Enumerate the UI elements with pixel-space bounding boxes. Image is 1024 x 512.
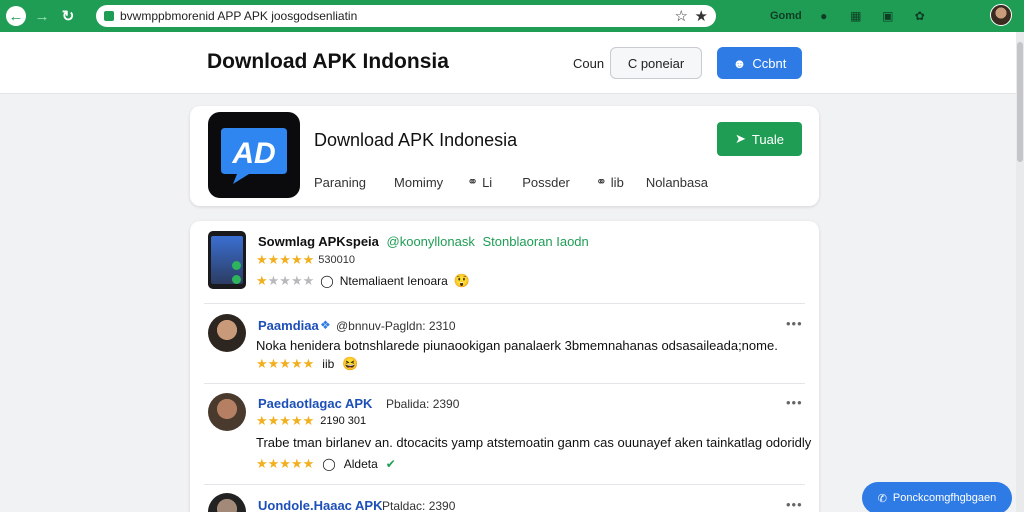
chat-icon: ✆	[877, 492, 887, 505]
favorite-star-icon[interactable]: ★	[695, 7, 708, 25]
emoji-icon: 😲	[453, 273, 470, 288]
verified-badge-icon: ❖	[320, 318, 331, 332]
star-rating: ★★★★★	[256, 252, 315, 267]
address-bar[interactable]: bvwmppbmorenid APP APK joosgodsenliatin …	[96, 5, 716, 27]
star-rating-low: ★★★★★	[256, 273, 315, 288]
review-actions: ★★★★★ ◯ Aldeta ✔	[256, 456, 396, 472]
category-label: Nolanbasa	[645, 174, 708, 190]
check-icon: ✔	[385, 457, 396, 471]
install-button-label: Tuale	[751, 131, 784, 147]
review-handle: @bnnuv-Pagldn: 2310	[336, 319, 456, 333]
review-reaction[interactable]: iib	[322, 357, 334, 371]
floating-action-button[interactable]: ✆ Ponckcomgfhgbgaen	[862, 482, 1012, 512]
app-screenshot-thumbnail[interactable]	[208, 231, 246, 289]
review-handle: Pbalida: 2390	[386, 397, 460, 411]
lock-icon	[104, 11, 114, 21]
reload-icon[interactable]: ↻	[58, 6, 78, 26]
app-meta-row: Paraning Momimy ⚭ Li Possder ⚭ lib Nolan…	[314, 174, 708, 190]
more-options-icon[interactable]: •••	[786, 395, 803, 410]
toolbar-extensions: Gomd ● ▦ ▣ ✿	[770, 6, 930, 26]
star-rating: ★★★★★	[256, 356, 315, 371]
header-link[interactable]: Coun	[573, 56, 604, 71]
divider	[204, 383, 805, 384]
reviewer-name[interactable]: Uondole.Haaac APK	[258, 498, 383, 512]
review-rating: ★★★★★ 2190 301	[256, 413, 366, 429]
app-logo-icon: AD	[208, 112, 300, 198]
browser-toolbar: ← → ↻ bvwmppbmorenid APP APK joosgodsenl…	[0, 0, 1024, 32]
featured-subrow: ★★★★★ ◯ Ntemaliaent Ienoara 😲	[256, 273, 470, 289]
url-text[interactable]: bvwmppbmorenid APP APK joosgodsenliatin	[120, 9, 660, 23]
reviewer-name[interactable]: Paedaotlagac APK	[258, 396, 372, 411]
emoji-icon: 😆	[342, 356, 359, 371]
app-card: AD Download APK Indonesia ➤ Tuale Parani…	[190, 106, 819, 206]
login-button-label: Ccbnt	[752, 55, 787, 71]
reviews-panel: Sowmlag APKspeia @koonyllonask Stonblaor…	[190, 221, 819, 512]
outline-button[interactable]: C poneiar	[610, 47, 702, 79]
share-count-label: Li	[482, 174, 493, 190]
more-options-icon[interactable]: •••	[786, 316, 803, 331]
fab-label: Ponckcomgfhgbgaen	[892, 492, 997, 504]
window-icon[interactable]: ▣	[878, 6, 898, 26]
share-count[interactable]: ⚭ Li	[467, 174, 492, 190]
star-rating: ★★★★★	[256, 413, 315, 428]
featured-count: 530010	[318, 254, 355, 266]
grid-icon[interactable]: ▦	[846, 6, 866, 26]
extension-circle-icon[interactable]: ●	[814, 6, 834, 26]
star-rating: ★★★★★	[256, 456, 315, 471]
link-icon: ⚭	[467, 174, 479, 189]
app-title: Download APK Indonesia	[314, 130, 518, 150]
link-icon: ⚭	[595, 174, 607, 189]
avatar[interactable]	[208, 393, 246, 431]
page-scrollbar[interactable]	[1016, 32, 1024, 512]
featured-header: Sowmlag APKspeia @koonyllonask Stonblaor…	[258, 234, 589, 249]
divider	[204, 484, 805, 485]
extension-label[interactable]: Gomd	[770, 10, 802, 22]
featured-rating: ★★★★★ 530010	[256, 252, 355, 268]
profile-avatar[interactable]	[990, 4, 1012, 26]
forward-arrow-icon[interactable]: →	[32, 6, 52, 26]
publisher-label: Possder	[522, 174, 570, 190]
review-text: Trabe tman birlanev an. dtocacits yamp a…	[256, 435, 812, 450]
more-options-icon[interactable]: •••	[786, 497, 803, 512]
downloads-label: Momimy	[394, 174, 444, 190]
share-icon: ➤	[735, 131, 746, 146]
comment-icon[interactable]: ◯	[320, 274, 333, 288]
lib-item[interactable]: ⚭ lib	[596, 174, 624, 190]
install-button[interactable]: ➤ Tuale	[717, 122, 802, 156]
login-button[interactable]: ☻ Ccbnt	[717, 47, 802, 79]
site-title[interactable]: Download APK Indonsia	[207, 50, 449, 74]
lib-label: lib	[610, 174, 624, 190]
user-icon: ☻	[732, 55, 747, 71]
featured-tag: Stonblaoran Iaodn	[482, 234, 589, 249]
featured-title[interactable]: Sowmlag APKspeia	[258, 234, 379, 249]
svg-text:AD: AD	[231, 137, 275, 170]
review-handle: Ptaldac: 2390	[382, 499, 456, 512]
review-reaction[interactable]: Aldeta	[344, 457, 378, 471]
avatar[interactable]	[208, 314, 246, 352]
avatar[interactable]	[208, 493, 246, 512]
bookmark-star-icon[interactable]: ☆	[675, 7, 688, 25]
site-header: Download APK Indonsia Coun C poneiar ☻ C…	[0, 32, 1024, 94]
review-actions: ★★★★★ iib 😆	[256, 356, 358, 372]
featured-handle[interactable]: @koonyllonask	[387, 234, 475, 249]
review-text: Noka henidera botnshlarede piunaookigan …	[256, 338, 778, 353]
comment-icon[interactable]: ◯	[322, 457, 335, 471]
featured-subtext: Ntemaliaent Ienoara	[339, 274, 448, 288]
reviewer-name[interactable]: Paamdiaa	[258, 318, 319, 333]
rating-label: Paraning	[314, 174, 367, 190]
divider	[204, 303, 805, 304]
review-count: 2190 301	[320, 415, 367, 427]
puzzle-icon[interactable]: ✿	[910, 6, 930, 26]
back-arrow-icon[interactable]: ←	[6, 6, 26, 26]
